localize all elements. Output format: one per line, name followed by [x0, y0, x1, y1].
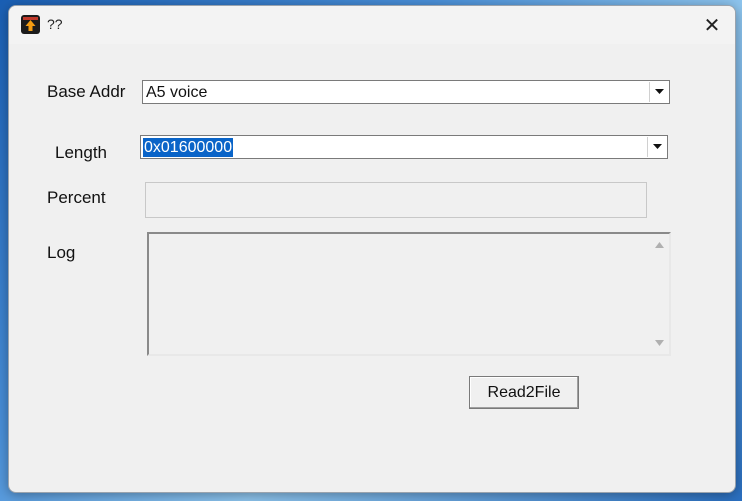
scroll-down-arrow-icon [654, 340, 664, 346]
base-addr-value: A5 voice [146, 84, 208, 101]
base-addr-label: Base Addr [47, 82, 126, 101]
app-window: ?? ✕ Base Addr A5 voice Length 0x0160000… [8, 5, 736, 493]
chevron-down-icon [652, 144, 662, 149]
length-combobox[interactable]: 0x01600000 [140, 135, 668, 159]
base-addr-combobox[interactable]: A5 voice [142, 80, 670, 104]
read2file-button[interactable]: Read2File [469, 376, 579, 409]
percent-field [145, 182, 647, 218]
chevron-down-icon [654, 89, 664, 94]
window-title: ?? [47, 16, 63, 32]
log-label: Log [47, 243, 76, 262]
title-bar: ?? ✕ [9, 6, 735, 44]
scroll-up-arrow-icon [654, 242, 664, 248]
length-dropdown-button[interactable] [647, 137, 666, 157]
length-label: Length [55, 143, 107, 162]
scroll-down-button[interactable] [649, 334, 669, 352]
percent-label: Percent [47, 188, 106, 207]
log-scrollbar[interactable] [649, 234, 669, 354]
base-addr-dropdown-button[interactable] [649, 82, 668, 102]
log-textarea[interactable] [147, 232, 671, 356]
close-icon: ✕ [703, 14, 721, 37]
close-button[interactable]: ✕ [689, 6, 735, 44]
length-value: 0x01600000 [143, 138, 234, 157]
scroll-up-button[interactable] [649, 236, 669, 254]
app-icon [21, 15, 40, 34]
